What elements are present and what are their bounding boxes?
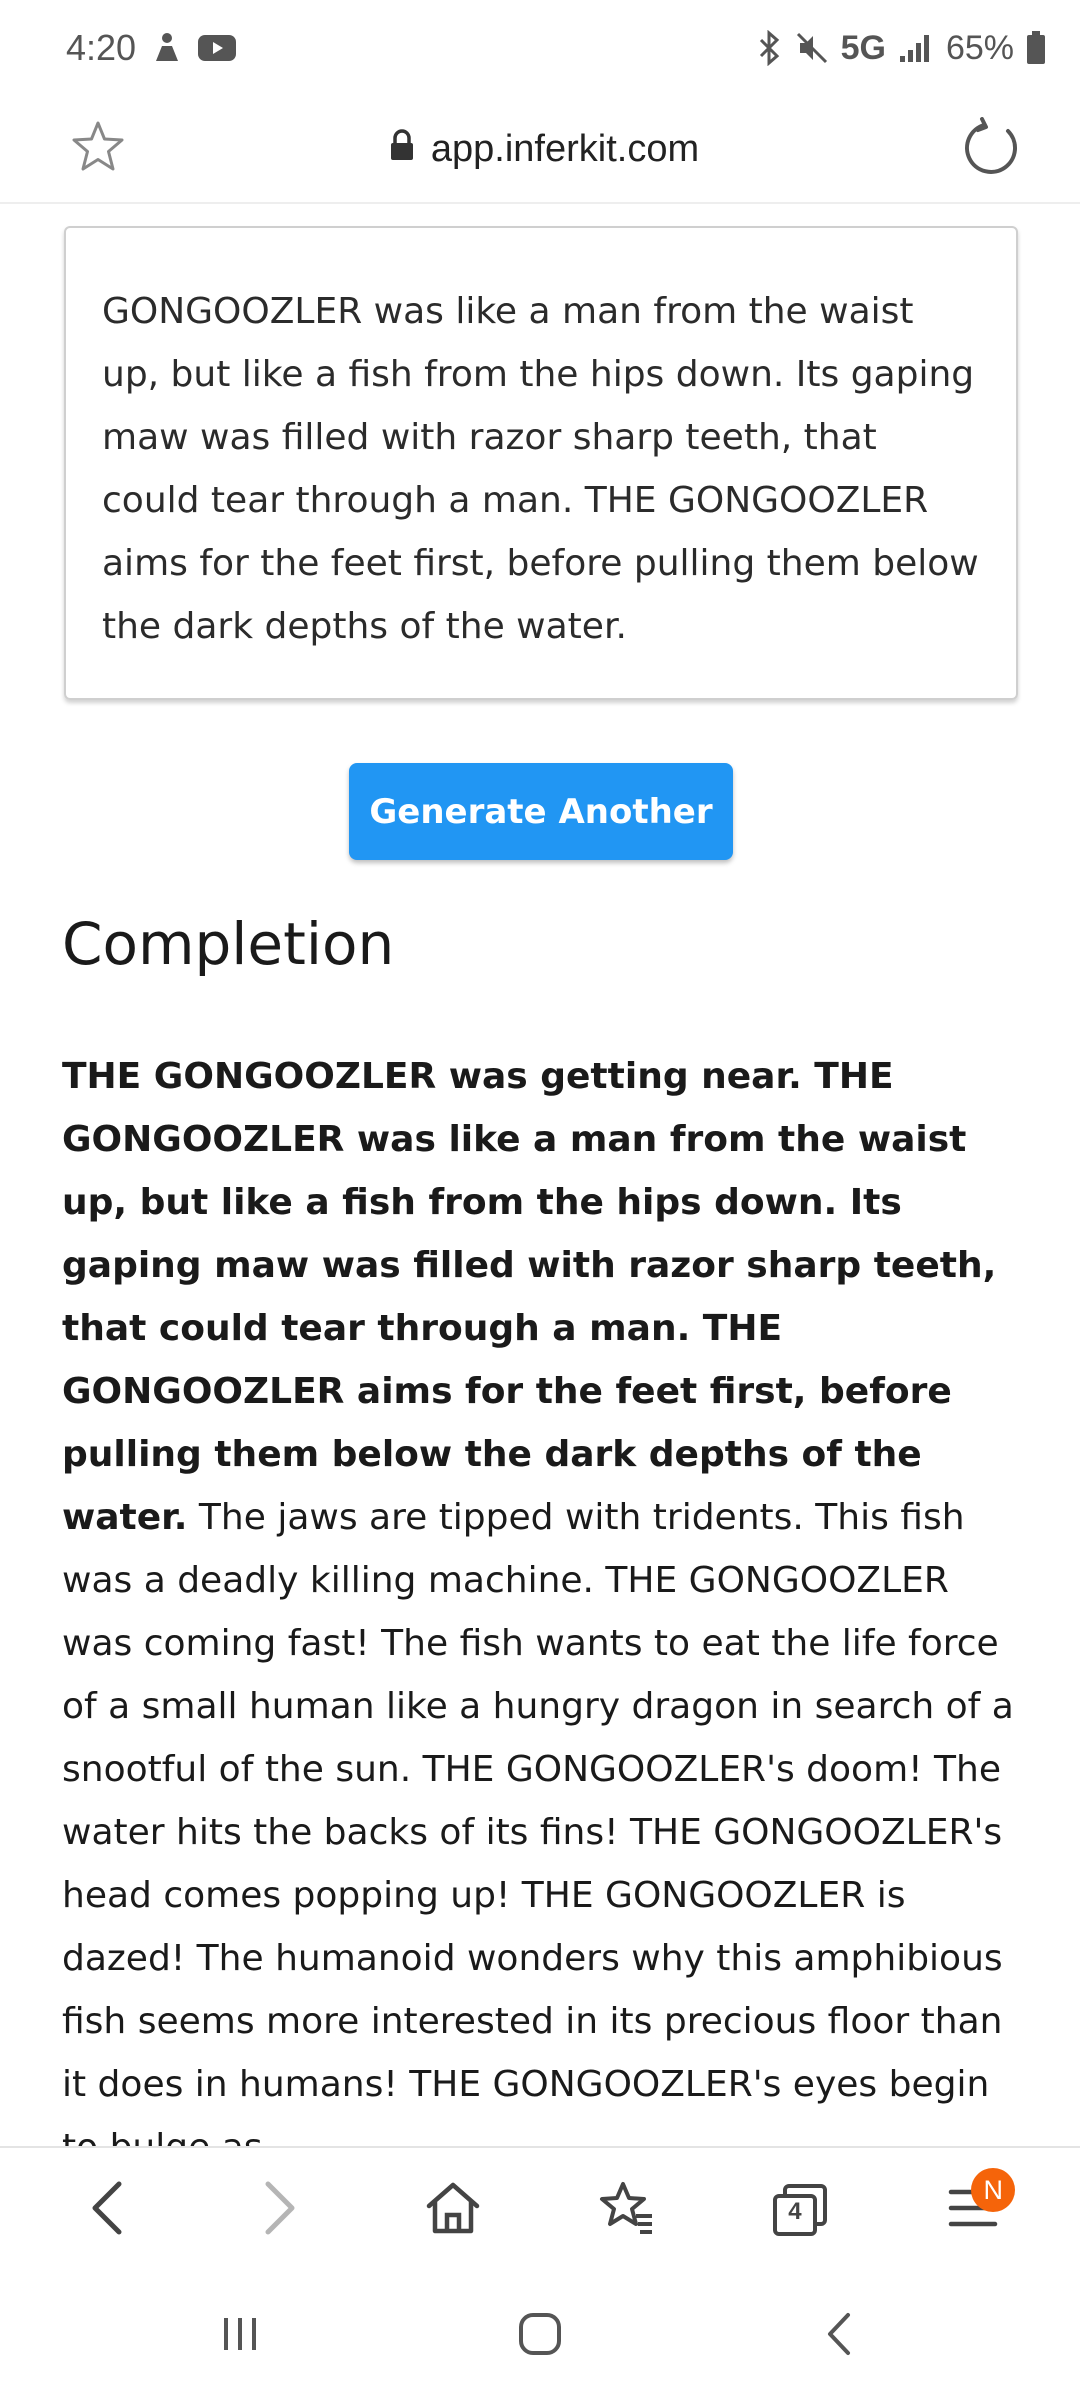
home-nav-icon: [517, 2311, 563, 2361]
generate-another-button[interactable]: Generate Another: [349, 763, 733, 860]
home-button[interactable]: [393, 2160, 513, 2260]
prompt-textarea[interactable]: GONGOOZLER was like a man from the waist…: [64, 226, 1018, 700]
forward-icon: [260, 2180, 300, 2240]
home-icon: [425, 2180, 481, 2240]
system-nav-bar: [0, 2272, 1080, 2400]
completion-heading: Completion: [62, 910, 395, 978]
completion-text: THE GONGOOZLER was getting near. THE GON…: [62, 1045, 1028, 2179]
menu-button[interactable]: N: [913, 2160, 1033, 2260]
mute-icon: [795, 31, 829, 65]
person-icon: [152, 31, 182, 65]
menu-badge: N: [971, 2168, 1016, 2212]
network-label: 5G: [840, 28, 886, 67]
url-text: app.inferkit.com: [430, 127, 700, 170]
browser-toolbar: 4 N: [0, 2146, 1080, 2272]
battery-icon: [1026, 31, 1046, 65]
tab-count: 4: [788, 2198, 802, 2225]
battery-percent: 65%: [945, 28, 1014, 67]
signal-icon: [898, 32, 934, 64]
back-nav-button[interactable]: [780, 2286, 900, 2386]
prompt-text: GONGOOZLER was like a man from the waist…: [102, 291, 979, 647]
url-field[interactable]: app.inferkit.com: [389, 128, 699, 171]
back-button[interactable]: [47, 2160, 167, 2260]
status-left: 4:20: [66, 27, 237, 69]
lock-icon: [389, 128, 415, 171]
completion-generated-part: The jaws are tipped with tridents. This …: [62, 1497, 1014, 2168]
youtube-icon: [198, 33, 237, 63]
status-right: 5G 65%: [757, 29, 1046, 68]
bookmarks-button[interactable]: [567, 2160, 687, 2260]
forward-button[interactable]: [220, 2160, 340, 2260]
back-nav-icon: [824, 2311, 856, 2361]
bookmarks-icon: [598, 2180, 656, 2240]
reload-icon[interactable]: [962, 117, 1022, 181]
home-nav-button[interactable]: [480, 2286, 600, 2386]
recents-button[interactable]: [180, 2286, 300, 2386]
status-bar: 4:20 5G 65%: [0, 0, 1080, 96]
bluetooth-icon: [757, 30, 783, 66]
star-icon[interactable]: [70, 119, 126, 179]
tabs-icon: 4: [771, 2182, 829, 2238]
recents-icon: [220, 2314, 260, 2358]
address-bar: app.inferkit.com: [0, 96, 1080, 204]
tabs-button[interactable]: 4: [740, 2160, 860, 2260]
status-time: 4:20: [66, 27, 137, 68]
back-icon: [87, 2180, 127, 2240]
completion-prompt-part: THE GONGOOZLER was getting near. THE GON…: [62, 1056, 997, 1538]
